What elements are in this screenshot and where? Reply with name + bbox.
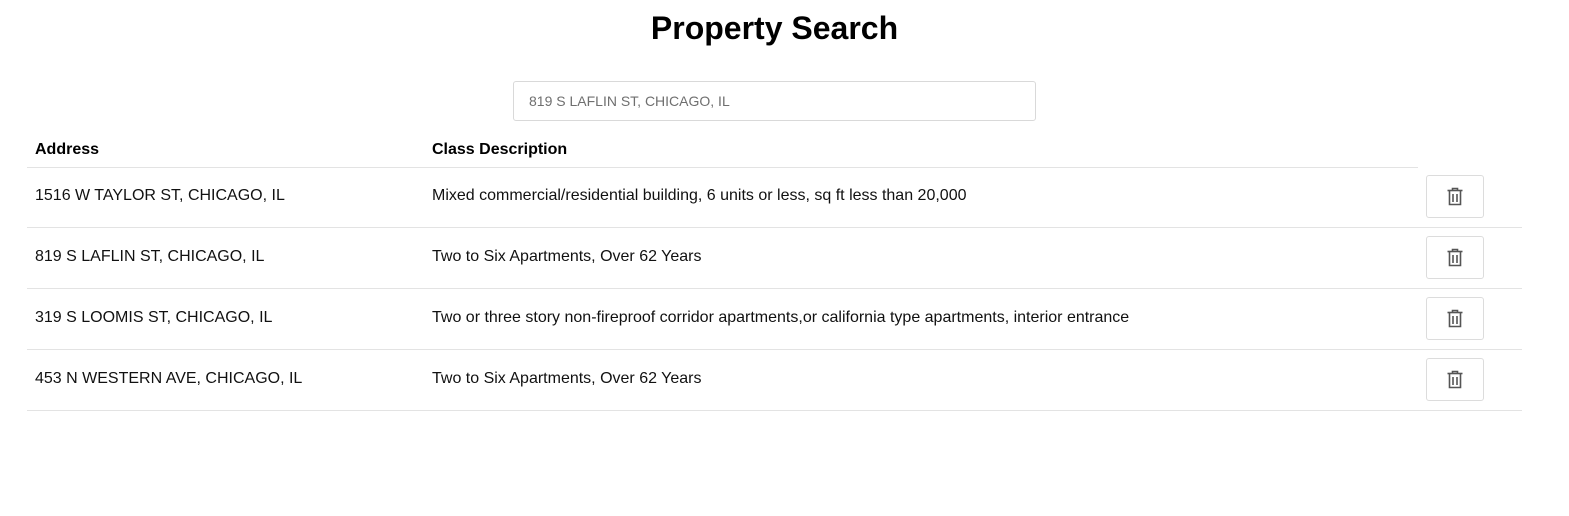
table-header: Address Class Description [27, 130, 1418, 168]
class-description-cell: Two or three story non-fireproof corrido… [432, 309, 1130, 326]
delete-button[interactable] [1426, 236, 1484, 279]
column-header-class-description: Class Description [432, 141, 568, 158]
class-description-cell: Two to Six Apartments, Over 62 Years [432, 370, 702, 387]
trash-icon [1447, 309, 1463, 328]
class-description-cell: Mixed commercial/residential building, 6… [432, 187, 967, 204]
table-row: 453 N WESTERN AVE, CHICAGO, IL Two to Si… [27, 350, 1522, 411]
trash-icon [1447, 370, 1463, 389]
delete-button[interactable] [1426, 175, 1484, 218]
table-row: 1516 W TAYLOR ST, CHICAGO, IL Mixed comm… [27, 167, 1522, 228]
page-title: Property Search [650, 10, 899, 46]
trash-icon [1447, 248, 1463, 267]
table-row: 319 S LOOMIS ST, CHICAGO, IL Two or thre… [27, 289, 1522, 350]
address-cell: 453 N WESTERN AVE, CHICAGO, IL [35, 370, 303, 387]
column-header-address: Address [35, 141, 100, 158]
address-cell: 319 S LOOMIS ST, CHICAGO, IL [35, 309, 273, 326]
trash-icon [1447, 187, 1463, 206]
address-cell: 1516 W TAYLOR ST, CHICAGO, IL [35, 187, 285, 204]
results-table-body: 1516 W TAYLOR ST, CHICAGO, IL Mixed comm… [27, 167, 1522, 411]
search-input[interactable] [513, 81, 1036, 121]
property-search-page: Property Search Address Class Descriptio… [0, 0, 1569, 516]
delete-button[interactable] [1426, 358, 1484, 401]
delete-button[interactable] [1426, 297, 1484, 340]
table-row: 819 S LAFLIN ST, CHICAGO, IL Two to Six … [27, 228, 1522, 289]
address-cell: 819 S LAFLIN ST, CHICAGO, IL [35, 248, 265, 265]
class-description-cell: Two to Six Apartments, Over 62 Years [432, 248, 702, 265]
